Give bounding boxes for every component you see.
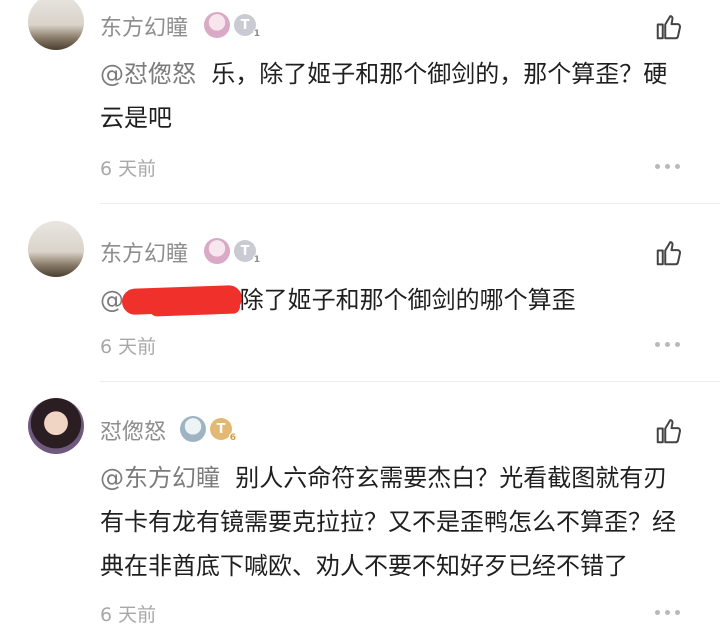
mention-link[interactable]: @东方幻瞳 [100,464,220,492]
user-badges: T1 [204,12,261,39]
user-badges: T1 [204,238,261,265]
username[interactable]: 东方幻瞳 [100,236,188,268]
thumbs-up-icon[interactable] [654,12,684,42]
avatar[interactable] [28,0,84,50]
divider [100,381,720,382]
anime-girl-badge-icon [204,12,230,38]
comment-text: @东方幻瞳 别人六命符玄需要杰白？光看截图就有刃有卡有龙有镜需要克拉拉？又不是歪… [100,456,690,588]
mention-link[interactable]: @怼偬怒 [100,60,196,88]
thumbs-up-icon[interactable] [654,238,684,268]
level-badge-icon: T1 [234,14,261,39]
anime-girl-badge-icon [204,238,230,264]
timestamp: 6 天前 [100,158,157,180]
username[interactable]: 东方幻瞳 [100,10,188,42]
avatar[interactable] [28,221,84,277]
comment-text: @怼偬怒 乐，除了姬子和那个御剑的，那个算歪？硬云是吧 [100,52,690,140]
avatar[interactable] [28,398,84,454]
comment-body: 除了姬子和那个御剑的哪个算歪 [239,286,576,314]
timestamp: 6 天前 [100,336,157,358]
more-dots-icon[interactable] [655,164,680,169]
timestamp: 6 天前 [100,604,157,626]
level-badge-icon: T1 [234,240,261,265]
thumbs-up-icon[interactable] [654,416,684,446]
more-dots-icon[interactable] [655,610,680,615]
username[interactable]: 怼偬怒 [100,414,166,446]
more-dots-icon[interactable] [655,342,680,347]
divider [100,203,720,204]
mention-link[interactable]: @ [100,286,124,314]
level-badge-icon: T6 [210,418,237,443]
user-badges: T6 [180,416,237,443]
anime-girl-badge-icon [180,416,206,442]
